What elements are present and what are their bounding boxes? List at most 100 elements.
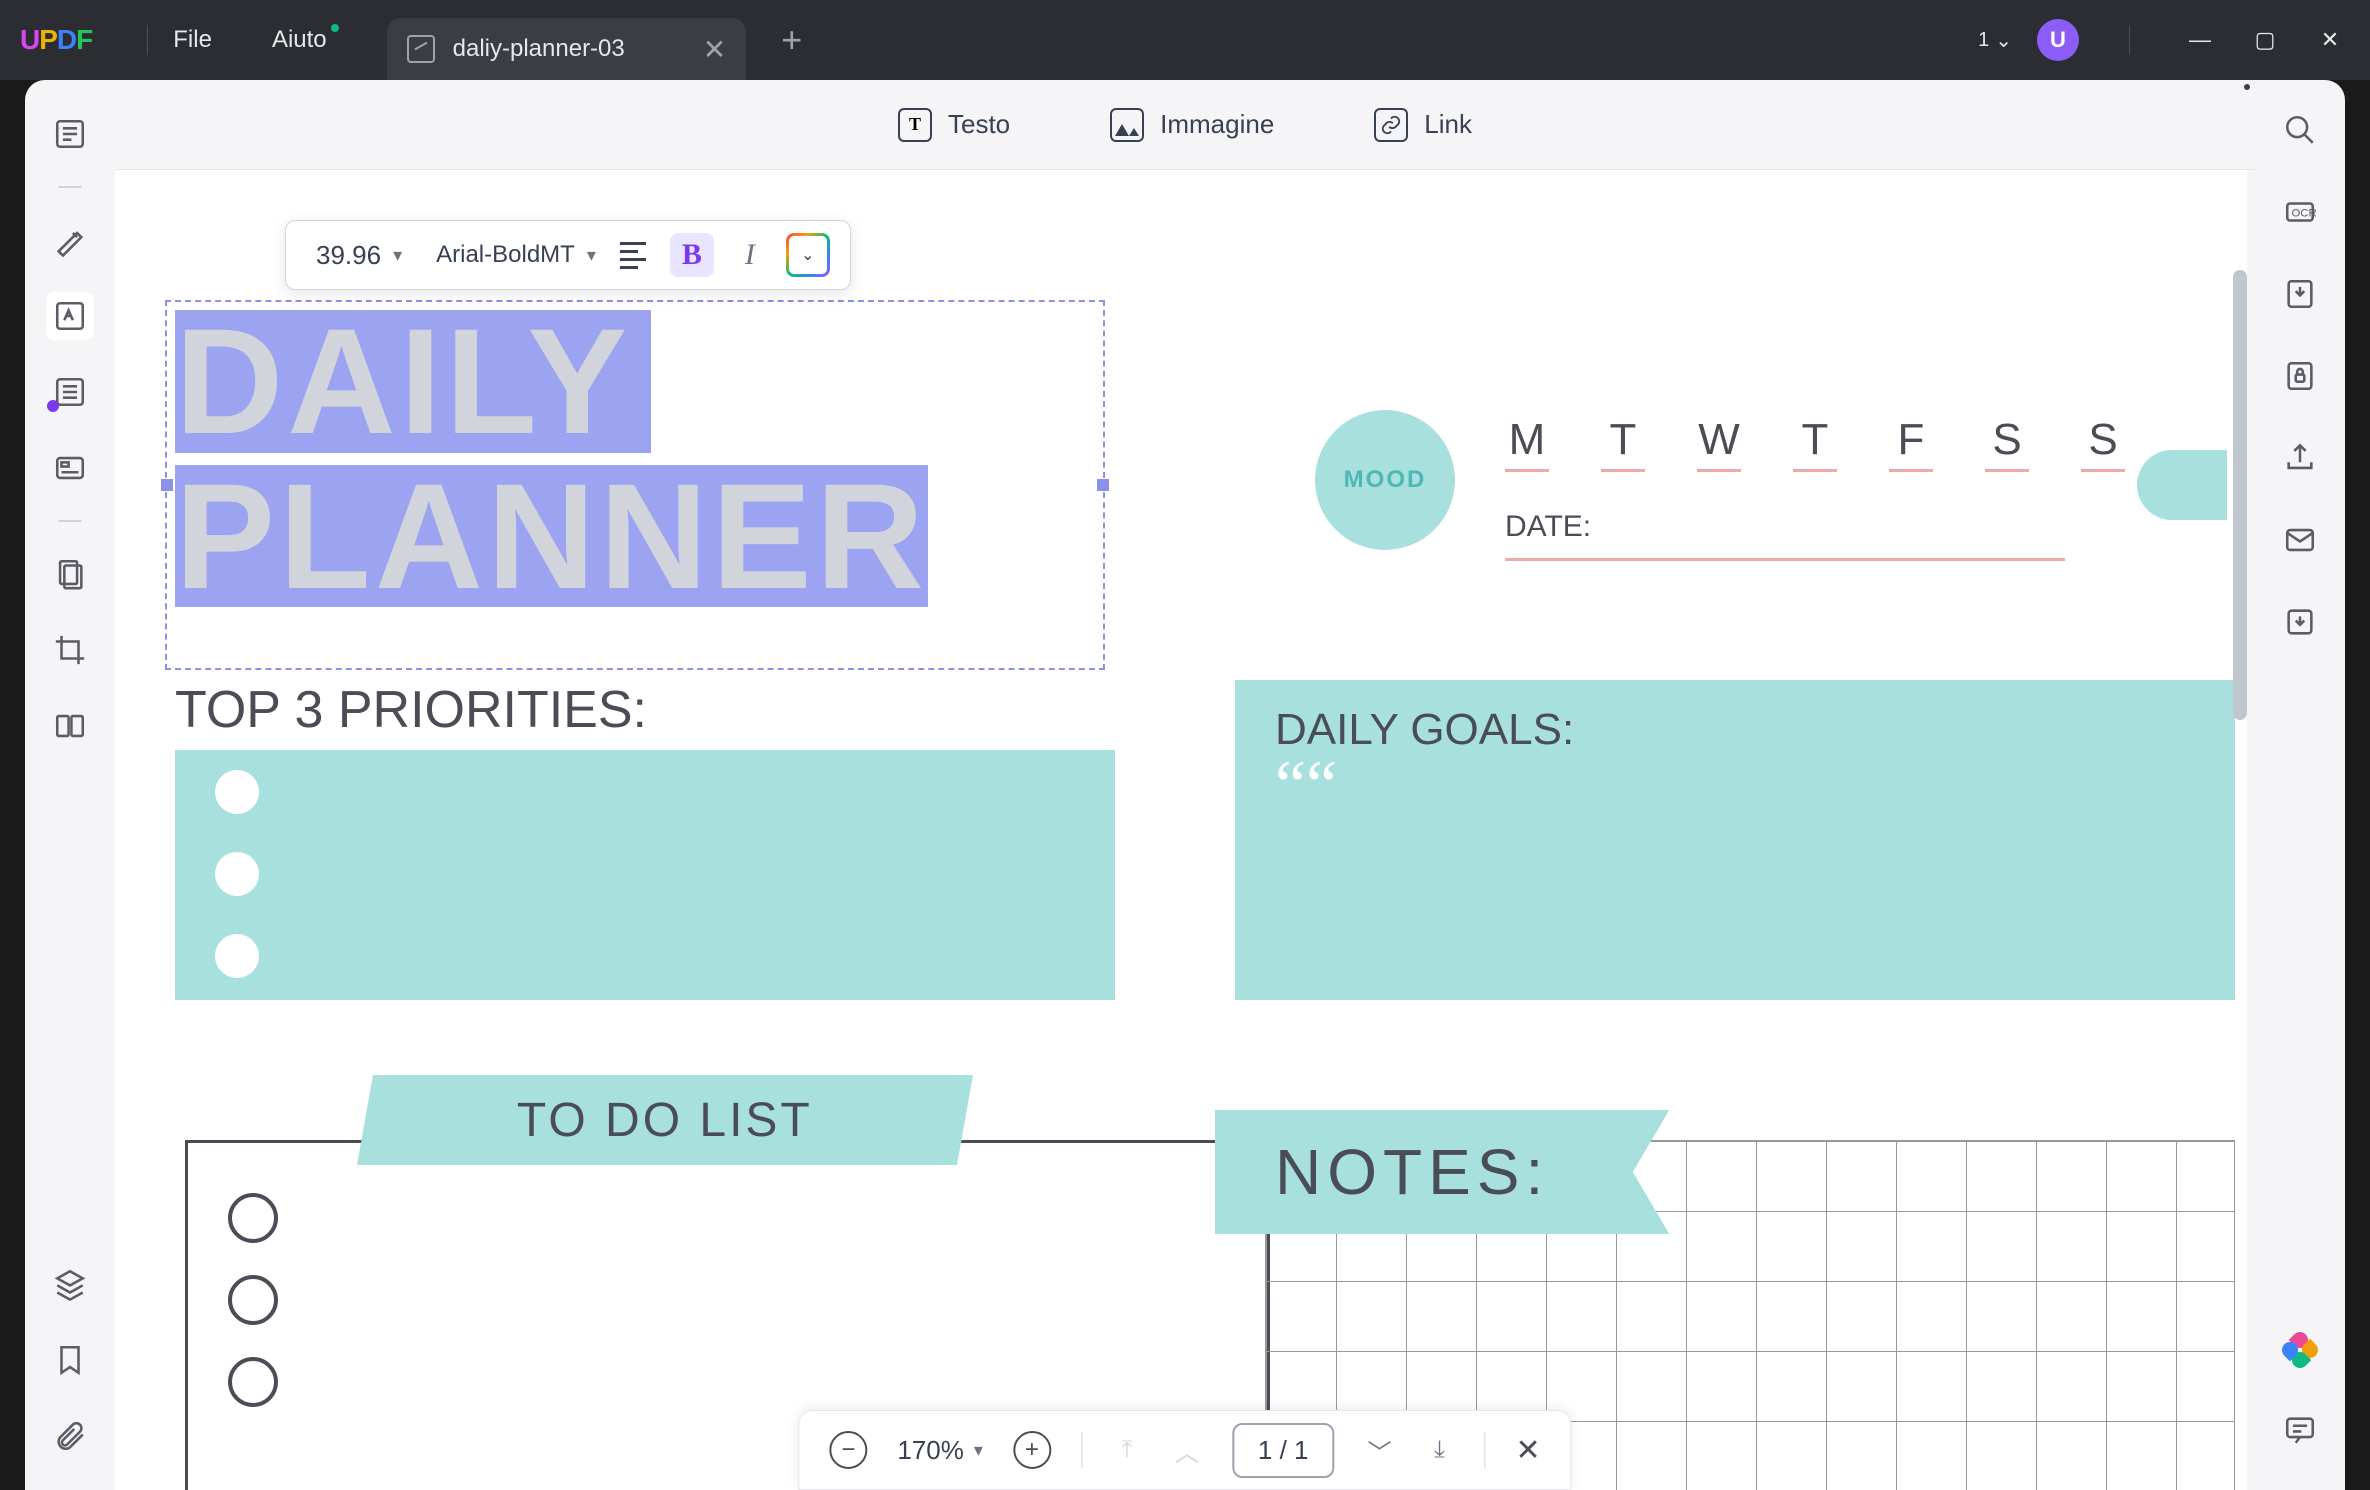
image-tool-button[interactable]: Immagine xyxy=(1110,108,1274,142)
email-button[interactable] xyxy=(2280,520,2320,560)
weekday-label: F xyxy=(1889,415,1933,472)
document-tab[interactable]: daliy-planner-03 ✕ xyxy=(387,18,747,80)
ai-assistant-button[interactable] xyxy=(2280,1330,2320,1370)
weekday-label: T xyxy=(1793,415,1837,472)
font-size-dropdown[interactable]: 39.96 ▾ xyxy=(306,240,412,271)
layers-button[interactable] xyxy=(46,1260,94,1308)
weekdays-row: M T W T F S S xyxy=(1505,415,2125,472)
titlebar: UPDF File Aiuto daliy-planner-03 ✕ + 1 ⌄… xyxy=(0,0,2370,80)
comment-tool-button[interactable] xyxy=(46,216,94,264)
italic-button[interactable]: I xyxy=(728,233,772,277)
zoom-out-button[interactable]: − xyxy=(829,1431,867,1469)
next-page-button[interactable]: ﹀ xyxy=(1365,1433,1395,1468)
page-indicator[interactable]: 1 / 1 xyxy=(1232,1423,1335,1478)
tab-title: daliy-planner-03 xyxy=(453,35,625,63)
separator xyxy=(1485,1432,1486,1468)
ai-flower-icon xyxy=(2282,1332,2318,1368)
weekday-label: W xyxy=(1697,415,1741,472)
font-size-value: 39.96 xyxy=(316,240,381,271)
chevron-down-icon: ▾ xyxy=(587,245,596,266)
bullet-icon xyxy=(215,770,259,814)
close-bar-button[interactable]: ✕ xyxy=(1516,1433,1541,1468)
minimize-button[interactable]: — xyxy=(2180,27,2220,53)
crop-tool-button[interactable] xyxy=(46,626,94,674)
priorities-heading: TOP 3 PRIORITIES: xyxy=(175,680,647,740)
zoom-level-dropdown[interactable]: 170% ▾ xyxy=(897,1435,983,1466)
close-tab-icon[interactable]: ✕ xyxy=(703,33,726,66)
bold-button[interactable]: B xyxy=(670,233,714,277)
comments-panel-button[interactable] xyxy=(2280,1410,2320,1450)
weekday-label: S xyxy=(2081,415,2125,472)
bullet-icon xyxy=(215,852,259,896)
window-count-dropdown[interactable]: 1 ⌄ xyxy=(1978,28,2012,53)
document-viewport[interactable]: 39.96 ▾ Arial-BoldMT ▾ B I ⌄ xyxy=(115,170,2247,1490)
last-page-button[interactable]: ⤓ xyxy=(1425,1436,1455,1464)
center-area: T Testo Immagine Link 39.96 ▾ Arial-Bold xyxy=(115,80,2255,1490)
notification-dot-icon xyxy=(331,24,339,32)
first-page-button[interactable]: ⤒ xyxy=(1112,1436,1142,1464)
text-icon: T xyxy=(898,108,932,142)
prev-page-button[interactable]: ︿ xyxy=(1172,1433,1202,1468)
indicator-dot-icon xyxy=(47,400,59,412)
user-avatar[interactable]: U xyxy=(2037,19,2079,61)
chevron-down-icon: ▾ xyxy=(974,1440,983,1461)
link-tool-label: Link xyxy=(1424,109,1472,140)
notes-banner: NOTES: xyxy=(1215,1110,1669,1234)
mood-circle: MOOD xyxy=(1315,410,1455,550)
text-format-toolbar: 39.96 ▾ Arial-BoldMT ▾ B I ⌄ xyxy=(285,220,851,290)
share-button[interactable] xyxy=(2280,438,2320,478)
zoom-in-button[interactable]: + xyxy=(1013,1431,1051,1469)
text-tool-label: Testo xyxy=(948,109,1010,140)
chevron-down-icon: ⌄ xyxy=(801,245,814,265)
app-logo: UPDF xyxy=(20,24,92,56)
chevron-down-icon: ▾ xyxy=(393,245,402,266)
search-button[interactable] xyxy=(2280,110,2320,150)
quote-icon: ““ xyxy=(1275,765,2195,807)
align-left-button[interactable] xyxy=(620,237,656,273)
form-tool-button[interactable] xyxy=(46,444,94,492)
date-label: DATE: xyxy=(1505,510,2065,561)
bookmark-button[interactable] xyxy=(46,1336,94,1384)
planner-title-text[interactable]: DAILY PLANNER xyxy=(175,310,928,607)
goals-heading: DAILY GOALS: xyxy=(1275,705,2195,755)
resize-handle-right[interactable] xyxy=(1097,479,1109,491)
vertical-scrollbar[interactable] xyxy=(2233,270,2247,720)
bullet-icon xyxy=(215,934,259,978)
link-icon xyxy=(1374,108,1408,142)
text-tool-button[interactable]: T Testo xyxy=(898,108,1010,142)
save-button[interactable] xyxy=(2280,602,2320,642)
image-icon xyxy=(1110,108,1144,142)
page-tool-button[interactable] xyxy=(46,550,94,598)
maximize-button[interactable]: ▢ xyxy=(2245,27,2285,53)
separator xyxy=(1081,1432,1082,1468)
compare-tool-button[interactable] xyxy=(46,702,94,750)
menu-help[interactable]: Aiuto xyxy=(272,26,327,54)
weekday-label: S xyxy=(1985,415,2029,472)
separator xyxy=(58,186,82,188)
new-tab-button[interactable]: + xyxy=(781,19,802,61)
attachment-button[interactable] xyxy=(46,1412,94,1460)
protect-button[interactable] xyxy=(2280,356,2320,396)
zoom-value: 170% xyxy=(897,1435,964,1466)
separator xyxy=(147,25,148,55)
menu-file[interactable]: File xyxy=(173,26,212,54)
close-window-button[interactable]: ✕ xyxy=(2310,27,2350,53)
text-color-button[interactable]: ⌄ xyxy=(786,233,830,277)
resize-handle-left[interactable] xyxy=(161,479,173,491)
separator xyxy=(2129,25,2130,55)
document-icon xyxy=(407,35,435,63)
edit-tool-button[interactable] xyxy=(46,292,94,340)
convert-button[interactable] xyxy=(2280,274,2320,314)
link-tool-button[interactable]: Link xyxy=(1374,108,1472,142)
goals-box: DAILY GOALS: ““ xyxy=(1235,680,2235,1000)
reader-mode-button[interactable] xyxy=(46,110,94,158)
ocr-button[interactable]: OCR xyxy=(2280,192,2320,232)
priorities-box xyxy=(175,750,1115,1000)
edit-toolbar: T Testo Immagine Link xyxy=(115,80,2255,170)
font-family-dropdown[interactable]: Arial-BoldMT ▾ xyxy=(426,241,606,269)
cloud-decoration-icon xyxy=(2137,450,2227,520)
image-tool-label: Immagine xyxy=(1160,109,1274,140)
separator xyxy=(58,520,82,522)
todo-banner: TO DO LIST xyxy=(357,1075,973,1165)
font-family-value: Arial-BoldMT xyxy=(436,241,575,269)
